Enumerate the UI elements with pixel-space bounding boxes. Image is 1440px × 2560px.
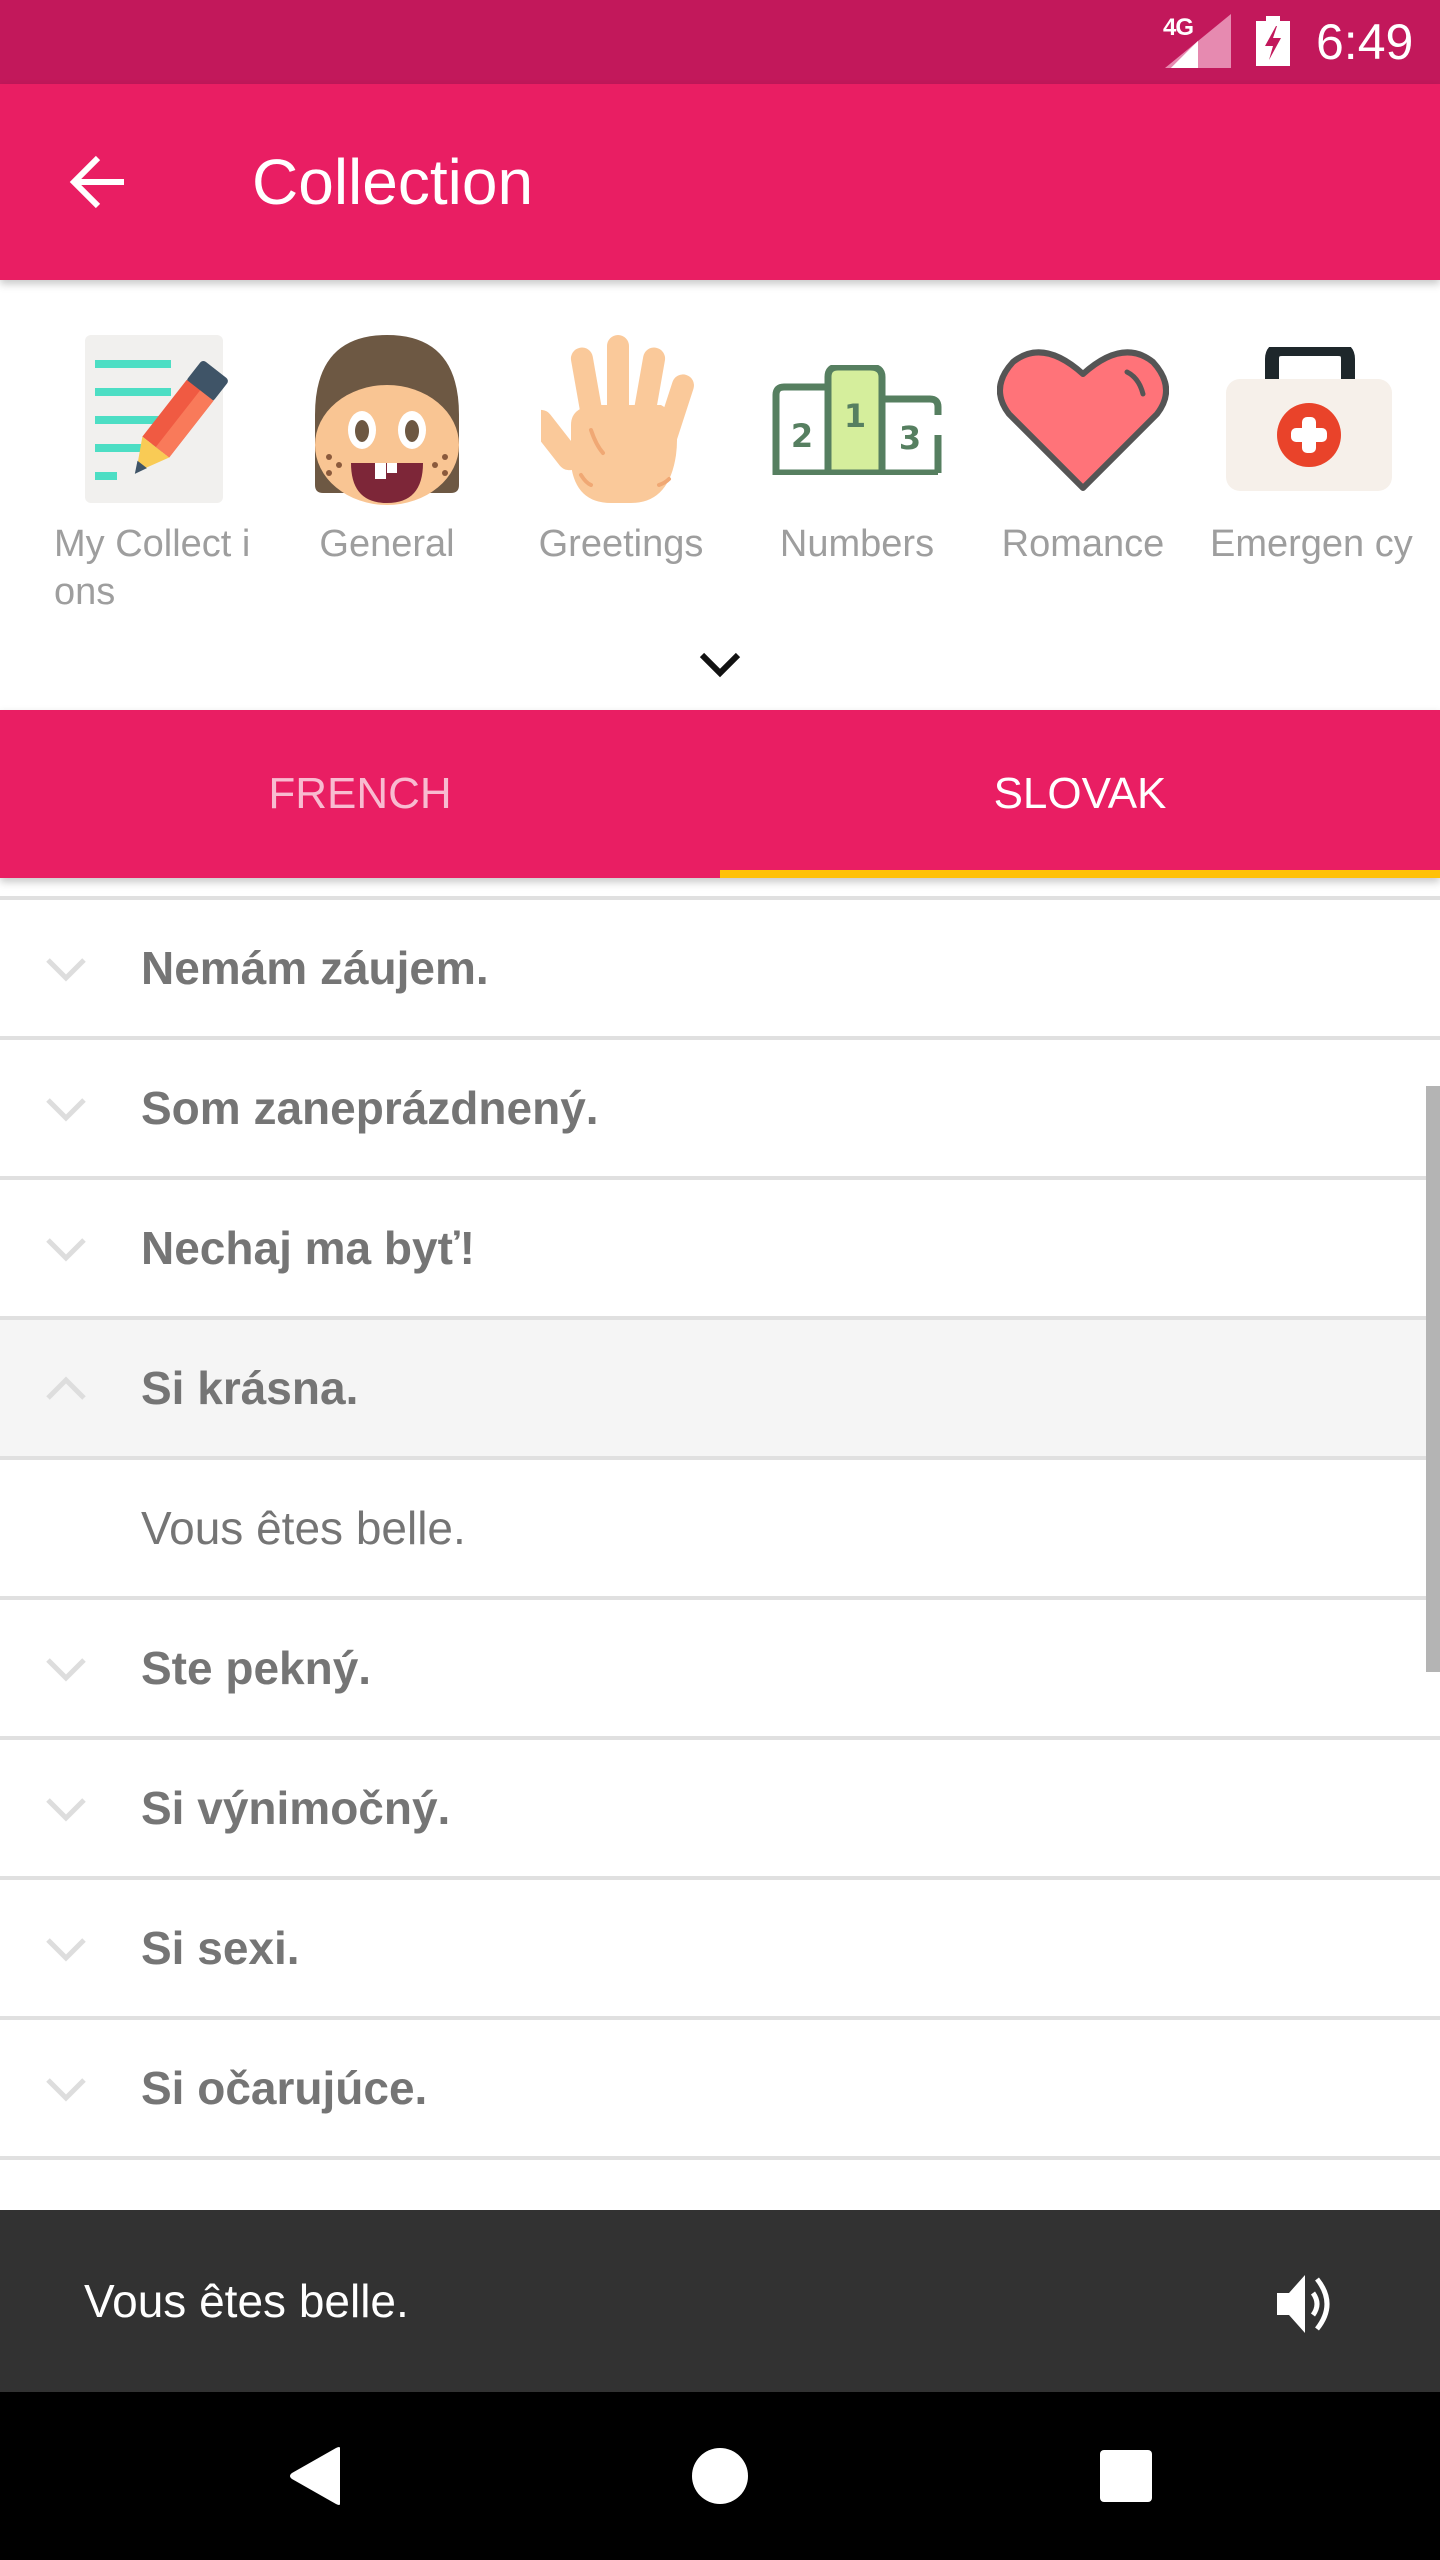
chevron-down-icon <box>46 1798 86 1822</box>
translation-text: Vous êtes belle. <box>141 1502 466 1554</box>
phrase-row[interactable]: Si očarujúce. <box>0 2020 1440 2160</box>
phrase-text: Si sexi. <box>141 1922 300 1974</box>
phrase-text: Nechaj ma byť! <box>141 1222 475 1274</box>
nav-recents-button[interactable] <box>1086 2436 1166 2516</box>
category-label: Emergen cy <box>1210 523 1413 565</box>
category-label: Romance <box>1001 523 1165 565</box>
notepad-pencil-icon <box>85 335 228 503</box>
snackbar: Vous êtes belle. <box>0 2210 1440 2392</box>
nav-recents-icon <box>1100 2450 1152 2502</box>
category-label: Numbers <box>779 523 935 565</box>
phrase-text: Si očarujúce. <box>141 2062 428 2114</box>
svg-text:1: 1 <box>844 397 866 435</box>
heart-icon <box>997 349 1169 491</box>
category-label: Greetings <box>538 523 704 565</box>
chevron-down-icon <box>46 2078 86 2102</box>
face-icon <box>315 335 459 505</box>
snackbar-message: Vous êtes belle. <box>84 2275 409 2327</box>
phrase-row[interactable]: Som zaneprázdnený. <box>0 1040 1440 1180</box>
phrase-list: Nemám záujem. Som zaneprázdnený. Nechaj ma… <box>0 896 1440 2210</box>
phrase-row[interactable]: Nemám záujem. <box>0 900 1440 1040</box>
expand-categories-button[interactable] <box>690 640 750 690</box>
chevron-down-icon <box>46 958 86 982</box>
tab-slovak[interactable]: SLOVAK <box>720 710 1440 878</box>
chevron-down-icon <box>46 1098 86 1122</box>
waving-hand-icon <box>541 335 694 503</box>
nav-back-button[interactable] <box>276 2436 356 2516</box>
language-tabs: FRENCH SLOVAK <box>0 710 1440 878</box>
system-nav-bar <box>0 2392 1440 2560</box>
chevron-down-icon <box>699 652 741 678</box>
phrase-text: Ste pekný. <box>141 1642 372 1694</box>
category-label: My Collect ions <box>54 523 251 613</box>
category-general[interactable]: General <box>282 330 492 568</box>
category-label: General <box>319 523 455 565</box>
page-title: Collection <box>252 146 534 218</box>
play-audio-button[interactable] <box>1270 2266 1346 2342</box>
phrase-row[interactable]: Ste pekný. <box>0 1600 1440 1740</box>
podium-icon: 2 1 3 <box>772 365 942 475</box>
phrase-row[interactable]: Nechaj ma byť! <box>0 1180 1440 1320</box>
status-bar: 4G 6:49 <box>0 0 1440 84</box>
svg-text:2: 2 <box>791 417 813 455</box>
back-button[interactable] <box>60 144 136 220</box>
battery-charging-icon <box>1256 16 1290 66</box>
phrase-text: Si výnimočný. <box>141 1782 451 1834</box>
arrow-back-icon <box>69 155 124 209</box>
chevron-down-icon <box>46 1938 86 1962</box>
clock: 6:49 <box>1316 14 1414 70</box>
chevron-up-icon <box>46 1376 86 1400</box>
speaker-icon <box>1277 2275 1330 2333</box>
nav-back-icon <box>290 2447 340 2505</box>
tab-indicator <box>720 870 1440 878</box>
phrase-text: Som zaneprázdnený. <box>141 1082 599 1134</box>
tab-french[interactable]: FRENCH <box>0 710 720 878</box>
category-greetings[interactable]: Greetings <box>516 330 726 568</box>
chevron-down-icon <box>46 1238 86 1262</box>
svg-text:3: 3 <box>899 419 921 457</box>
phrase-text: Si krásna. <box>141 1362 359 1414</box>
first-aid-kit-icon <box>1226 347 1392 491</box>
category-romance[interactable]: Romance <box>978 330 1188 568</box>
category-emergency[interactable]: Emergen cy <box>1204 330 1414 568</box>
scrollbar[interactable] <box>1426 1086 1440 1672</box>
category-numbers[interactable]: 2 1 3 Numbers <box>752 330 962 568</box>
app-bar: Collection <box>0 84 1440 280</box>
phrase-row[interactable]: Si krásna. <box>0 1320 1440 1460</box>
phrase-row[interactable]: Si výnimočný. <box>0 1740 1440 1880</box>
category-my-collections[interactable]: My Collect ions <box>48 330 258 616</box>
phrase-row[interactable]: Si sexi. <box>0 1880 1440 2020</box>
translation-row: Vous êtes belle. <box>0 1460 1440 1600</box>
phrase-text: Nemám záujem. <box>141 942 489 994</box>
nav-home-button[interactable] <box>680 2436 760 2516</box>
category-strip: My Collect ions General Greetings 2 1 3 … <box>0 280 1440 710</box>
network-type: 4G <box>1163 14 1194 41</box>
nav-home-icon <box>692 2448 748 2504</box>
chevron-down-icon <box>46 1658 86 1682</box>
